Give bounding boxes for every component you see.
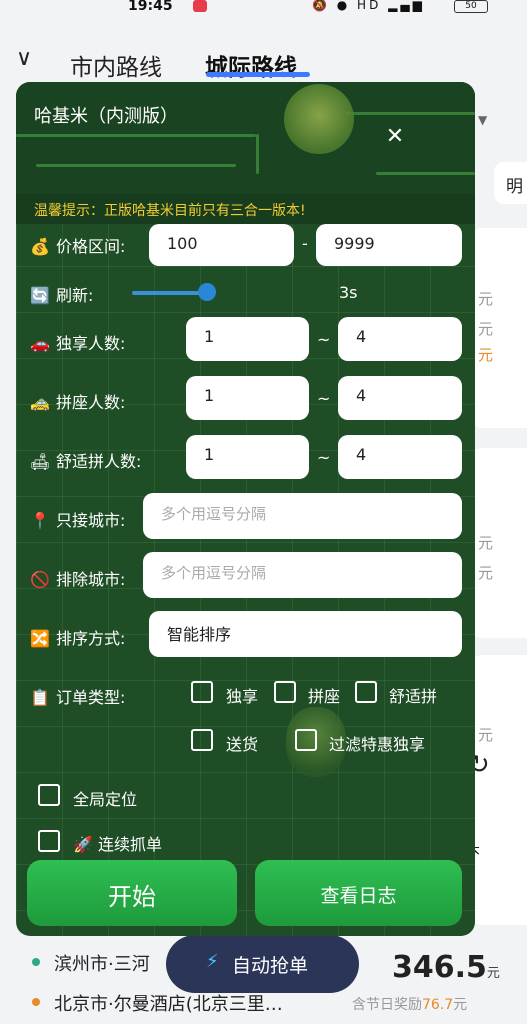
circuit-trace bbox=[376, 172, 475, 175]
filter-discount-exclusive-checkbox[interactable] bbox=[295, 729, 317, 751]
battery-icon: 50 bbox=[454, 0, 488, 13]
circuit-trace bbox=[346, 112, 475, 115]
status-icons: 🔕 ● HD ▂▄▆ bbox=[312, 0, 425, 12]
global-location-checkbox[interactable] bbox=[38, 784, 60, 806]
price-unit: 元 bbox=[478, 346, 494, 364]
lightning-icon: ⚡ bbox=[206, 951, 219, 972]
carpool-min-input[interactable]: 1 bbox=[186, 376, 309, 420]
view-log-button[interactable]: 查看日志 bbox=[255, 860, 462, 926]
route-dot-icon bbox=[32, 998, 40, 1006]
comfort-max-input[interactable]: 4 bbox=[338, 435, 462, 479]
refresh-icon: 🔄 bbox=[30, 286, 50, 305]
carpool-max-input[interactable]: 4 bbox=[338, 376, 462, 420]
exclude-cities-input[interactable]: 多个用逗号分隔 bbox=[143, 552, 462, 598]
range-separator: - bbox=[302, 234, 308, 253]
price-unit: 元 bbox=[478, 320, 494, 338]
price-unit: 元 bbox=[478, 564, 494, 582]
order-type-delivery-checkbox[interactable] bbox=[191, 729, 213, 751]
continuous-grab-label: 🚀 连续抓单 bbox=[73, 835, 163, 854]
order-type-comfort-checkbox[interactable] bbox=[355, 681, 377, 703]
active-tab-indicator bbox=[206, 72, 310, 77]
price-unit: 元 bbox=[478, 290, 494, 308]
helper-panel: 哈基米（内测版） ✕ 温馨提示：正版哈基米目前只有三合一版本! 💰 价格区间: 1… bbox=[16, 82, 475, 936]
order-type-exclusive-checkbox[interactable] bbox=[191, 681, 213, 703]
sofa-icon: 🛋 bbox=[30, 452, 51, 471]
price-unit: 元 bbox=[478, 726, 494, 744]
start-button[interactable]: 开始 bbox=[27, 860, 237, 926]
chevron-down-icon[interactable]: ∨ bbox=[16, 46, 32, 71]
mascot-logo bbox=[284, 84, 354, 154]
price-range-label: 💰 价格区间: bbox=[30, 237, 126, 256]
exclusive-count-label: 🚗 独享人数: bbox=[30, 334, 126, 353]
taxi-icon: 🚕 bbox=[30, 393, 50, 412]
pin-icon: 📍 bbox=[30, 511, 50, 530]
refresh-value: 3s bbox=[339, 283, 358, 302]
range-separator: ~ bbox=[317, 448, 331, 467]
route-dot-icon bbox=[32, 958, 40, 966]
comfort-min-input[interactable]: 1 bbox=[186, 435, 309, 479]
notification-icon bbox=[193, 0, 207, 12]
range-separator: ~ bbox=[317, 389, 331, 408]
range-separator: ~ bbox=[317, 330, 331, 349]
caret-down-icon[interactable]: ▼ bbox=[478, 113, 487, 127]
prohibited-icon: 🚫 bbox=[30, 570, 50, 589]
clipboard-icon: 📋 bbox=[30, 688, 50, 707]
price-max-input[interactable]: 9999 bbox=[316, 224, 462, 266]
shuffle-icon: 🔀 bbox=[30, 629, 50, 648]
filter-discount-exclusive-label: 过滤特惠独享 bbox=[329, 735, 426, 754]
circuit-trace bbox=[16, 134, 256, 137]
order-type-carpool-checkbox[interactable] bbox=[274, 681, 296, 703]
rocket-icon: 🚀 bbox=[73, 835, 99, 854]
panel-title: 哈基米（内测版） bbox=[34, 106, 178, 127]
sort-select[interactable]: 智能排序 bbox=[149, 611, 462, 657]
refresh-slider-handle[interactable] bbox=[198, 283, 216, 301]
reward-text: 含节日奖励76.7元 bbox=[352, 997, 468, 1013]
exclusive-max-input[interactable]: 4 bbox=[338, 317, 462, 361]
circuit-trace bbox=[256, 134, 259, 174]
exclusive-min-input[interactable]: 1 bbox=[186, 317, 309, 361]
side-filter-pill[interactable]: 明 bbox=[494, 162, 527, 204]
car-icon: 🚗 bbox=[30, 334, 50, 353]
price-unit: 元 bbox=[478, 534, 494, 552]
sort-label: 🔀 排序方式: bbox=[30, 629, 126, 648]
carpool-count-label: 🚕 拼座人数: bbox=[30, 393, 126, 412]
order-type-exclusive-label: 独享 bbox=[226, 687, 259, 706]
order-card[interactable] bbox=[470, 655, 527, 925]
order-type-delivery-label: 送货 bbox=[226, 735, 259, 754]
comfort-count-label: 🛋 舒适拼人数: bbox=[30, 452, 142, 471]
refresh-label: 🔄 刷新: bbox=[30, 286, 94, 305]
continuous-grab-checkbox[interactable] bbox=[38, 830, 60, 852]
circuit-trace bbox=[36, 164, 236, 167]
price-min-input[interactable]: 100 bbox=[149, 224, 294, 266]
only-cities-input[interactable]: 多个用逗号分隔 bbox=[143, 493, 462, 539]
status-bar: 19:45 🔕 ● HD ▂▄▆ 50 bbox=[0, 0, 527, 20]
tab-city-route[interactable]: 市内路线 bbox=[70, 48, 162, 82]
money-bag-icon: 💰 bbox=[30, 237, 50, 256]
notice-banner: 温馨提示：正版哈基米目前只有三合一版本! bbox=[16, 194, 475, 224]
global-location-label: 全局定位 bbox=[73, 790, 138, 809]
order-type-label: 📋 订单类型: bbox=[30, 688, 126, 707]
order-type-carpool-label: 拼座 bbox=[308, 687, 341, 706]
close-icon[interactable]: ✕ bbox=[382, 124, 408, 152]
order-price: 346.5元 bbox=[392, 950, 500, 985]
order-type-comfort-label: 舒适拼 bbox=[389, 687, 438, 706]
auto-grab-button[interactable]: ⚡ 自动抢单 bbox=[166, 935, 359, 993]
exclude-cities-label: 🚫 排除城市: bbox=[30, 570, 126, 589]
status-time: 19:45 bbox=[128, 0, 173, 14]
only-cities-label: 📍 只接城市: bbox=[30, 511, 126, 530]
